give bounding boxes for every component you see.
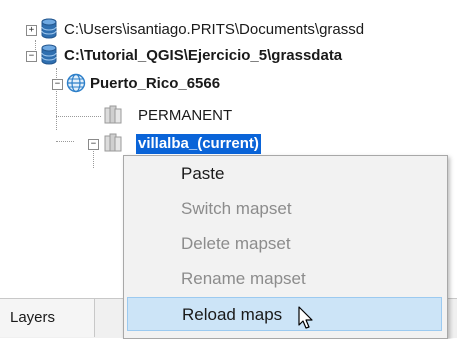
tree-item-label: C:\Tutorial_QGIS\Ejercicio_5\grassdata [64, 47, 343, 64]
mapset-icon [104, 133, 134, 157]
menu-item-paste[interactable]: Paste [127, 157, 442, 191]
context-menu: Paste Switch mapset Delete mapset Rename… [123, 155, 448, 339]
tree-item-mapset-villalba[interactable]: − villalba_(current) [0, 132, 457, 156]
tab-layers[interactable]: Layers [0, 299, 95, 337]
globe-icon [66, 73, 86, 97]
tree-item-label: PERMANENT [138, 107, 233, 124]
menu-item-switch-mapset[interactable]: Switch mapset [127, 192, 442, 226]
collapse-icon[interactable]: − [88, 139, 99, 150]
tree-item-grassdata-documents[interactable]: + C:\Users\isantiago.PRITS\Documents\gra… [0, 18, 457, 42]
collapse-icon[interactable]: − [26, 51, 37, 62]
database-icon [40, 44, 58, 70]
expand-icon[interactable]: + [26, 25, 37, 36]
tree-item-label: Puerto_Rico_6566 [90, 75, 221, 92]
tree-item-grassdata-tutorial[interactable]: − C:\Tutorial_QGIS\Ejercicio_5\grassdata [0, 44, 457, 68]
mouse-pointer-icon [298, 306, 314, 334]
menu-item-rename-mapset[interactable]: Rename mapset [127, 262, 442, 296]
menu-item-reload-maps[interactable]: Reload maps [127, 297, 442, 331]
tree-item-label: villalba_(current) [136, 134, 261, 154]
tree-item-label: C:\Users\isantiago.PRITS\Documents\grass… [64, 21, 365, 38]
database-icon [40, 18, 58, 44]
menu-item-delete-mapset[interactable]: Delete mapset [127, 227, 442, 261]
collapse-icon[interactable]: − [52, 79, 63, 90]
tree-item-mapset-permanent[interactable]: PERMANENT [0, 104, 457, 128]
tree-item-location[interactable]: − Puerto_Rico_6566 [0, 72, 457, 96]
mapset-icon [104, 105, 134, 129]
